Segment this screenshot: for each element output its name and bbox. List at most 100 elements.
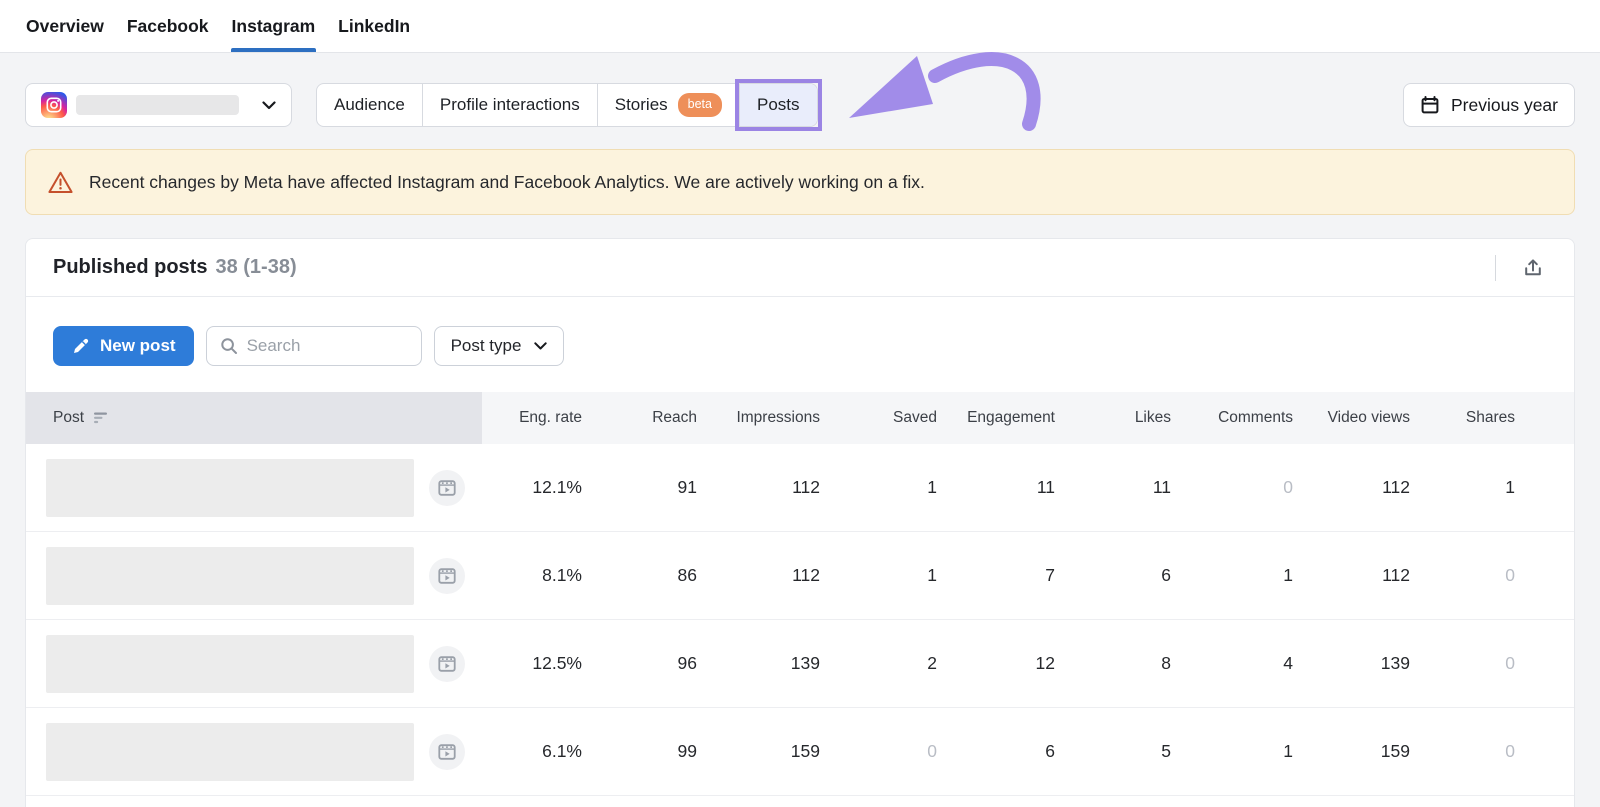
cell-saved: 1	[927, 477, 937, 497]
table-row: 6.1% 99 159 0 6 5 1 159 0	[26, 708, 1574, 796]
published-posts-card: Published posts 38 (1-38) New post Searc…	[25, 238, 1575, 807]
post-thumbnail[interactable]	[46, 546, 414, 605]
account-name-redacted	[76, 95, 239, 115]
date-range-label: Previous year	[1451, 94, 1558, 115]
video-post-icon	[429, 557, 465, 594]
report-subtabs: Audience Profile interactions Stories be…	[316, 79, 822, 131]
warning-banner-text: Recent changes by Meta have affected Ins…	[89, 171, 925, 192]
cell-likes: 11	[1152, 477, 1171, 497]
cell-saved: 0	[927, 741, 937, 761]
search-icon	[220, 337, 238, 355]
post-cell	[26, 620, 482, 707]
table-controls: New post Post type	[26, 297, 1574, 392]
table-row: 12.5% 96 139 2 12 8 4 139 0	[26, 620, 1574, 708]
export-button[interactable]	[1518, 253, 1548, 283]
column-header-post-label: Post	[53, 409, 85, 426]
post-cell	[26, 532, 482, 619]
post-cell	[26, 444, 482, 531]
posts-count: 38 (1-38)	[215, 256, 297, 278]
column-header-comments[interactable]: Comments	[1171, 409, 1293, 427]
subtab-posts[interactable]: Posts	[735, 79, 822, 131]
sort-descending-icon	[94, 412, 109, 424]
card-header: Published posts 38 (1-38)	[26, 239, 1574, 297]
header-divider	[1495, 254, 1496, 281]
export-icon	[1521, 256, 1545, 280]
column-header-eng-rate[interactable]: Eng. rate	[482, 409, 582, 427]
cell-reach: 86	[677, 565, 697, 585]
warning-triangle-icon	[47, 170, 74, 195]
subtab-profile-interactions-label: Profile interactions	[439, 95, 580, 114]
cell-likes: 8	[1161, 653, 1171, 673]
tab-overview[interactable]: Overview	[25, 0, 105, 52]
cell-eng-rate: 12.5%	[532, 653, 582, 673]
post-type-dropdown[interactable]: Post type	[433, 326, 565, 366]
search-input[interactable]	[246, 336, 408, 356]
date-range-button[interactable]: Previous year	[1403, 83, 1575, 127]
new-post-button[interactable]: New post	[53, 326, 194, 366]
tab-linkedin[interactable]: LinkedIn	[337, 0, 411, 52]
new-post-label: New post	[100, 336, 176, 355]
cell-engagement: 12	[1035, 653, 1055, 673]
cell-engagement: 6	[1045, 741, 1055, 761]
column-header-shares[interactable]: Shares	[1410, 409, 1574, 427]
tab-instagram[interactable]: Instagram	[230, 0, 317, 52]
post-cell	[26, 708, 482, 795]
panel-title: Published posts	[53, 256, 208, 278]
subtab-stories-label: Stories	[614, 95, 668, 114]
cell-comments: 1	[1283, 565, 1293, 585]
instagram-icon	[41, 92, 67, 118]
cell-impressions: 112	[792, 477, 820, 497]
warning-banner: Recent changes by Meta have affected Ins…	[25, 149, 1575, 215]
cell-likes: 5	[1161, 741, 1171, 761]
calendar-icon	[1420, 95, 1440, 115]
cell-saved: 2	[927, 653, 937, 673]
video-post-icon	[429, 645, 465, 682]
column-header-post[interactable]: Post	[26, 392, 482, 444]
post-thumbnail[interactable]	[46, 458, 414, 517]
column-header-likes[interactable]: Likes	[1055, 409, 1171, 427]
cell-eng-rate: 8.1%	[542, 565, 582, 585]
search-box	[205, 326, 422, 366]
table-row: 12.1% 91 112 1 11 11 0 112 1	[26, 444, 1574, 532]
subtab-audience[interactable]: Audience	[317, 84, 423, 126]
pencil-icon	[71, 337, 90, 356]
cell-impressions: 139	[790, 653, 820, 673]
cell-comments: 0	[1283, 477, 1293, 497]
cell-shares: 0	[1505, 653, 1515, 673]
beta-badge: beta	[677, 93, 722, 117]
cell-eng-rate: 12.1%	[532, 477, 582, 497]
tab-facebook[interactable]: Facebook	[126, 0, 210, 52]
table-body: 12.1% 91 112 1 11 11 0 112 1 8.1% 86 112…	[26, 444, 1574, 796]
column-header-impressions[interactable]: Impressions	[697, 409, 820, 427]
video-post-icon	[429, 469, 465, 506]
column-header-reach[interactable]: Reach	[582, 409, 697, 427]
cell-video-views: 159	[1380, 741, 1410, 761]
post-thumbnail[interactable]	[46, 634, 414, 693]
toolbar: Audience Profile interactions Stories be…	[0, 53, 1600, 131]
top-nav: Overview Facebook Instagram LinkedIn	[0, 0, 1600, 53]
post-thumbnail[interactable]	[46, 722, 414, 781]
subtab-stories[interactable]: Stories beta	[598, 84, 740, 126]
cell-impressions: 112	[792, 565, 820, 585]
cell-engagement: 11	[1036, 477, 1055, 497]
cell-video-views: 112	[1382, 565, 1410, 585]
subtab-posts-label: Posts	[757, 95, 800, 114]
subtab-profile-interactions[interactable]: Profile interactions	[423, 84, 598, 126]
cell-comments: 1	[1283, 741, 1293, 761]
cell-eng-rate: 6.1%	[542, 741, 582, 761]
table-header: Post Eng. rate Reach Impressions Saved E…	[26, 392, 1574, 444]
video-post-icon	[429, 733, 465, 770]
cell-reach: 99	[677, 741, 697, 761]
column-header-saved[interactable]: Saved	[820, 409, 937, 427]
cell-video-views: 139	[1380, 653, 1410, 673]
cell-engagement: 7	[1045, 565, 1055, 585]
table-row: 8.1% 86 112 1 7 6 1 112 0	[26, 532, 1574, 620]
post-type-label: Post type	[450, 336, 522, 355]
cell-saved: 1	[927, 565, 937, 585]
column-header-video-views[interactable]: Video views	[1293, 409, 1410, 427]
cell-shares: 0	[1505, 565, 1515, 585]
account-selector[interactable]	[25, 83, 292, 127]
cell-likes: 6	[1161, 565, 1171, 585]
column-header-engagement[interactable]: Engagement	[937, 409, 1055, 427]
chevron-down-icon	[262, 100, 276, 110]
